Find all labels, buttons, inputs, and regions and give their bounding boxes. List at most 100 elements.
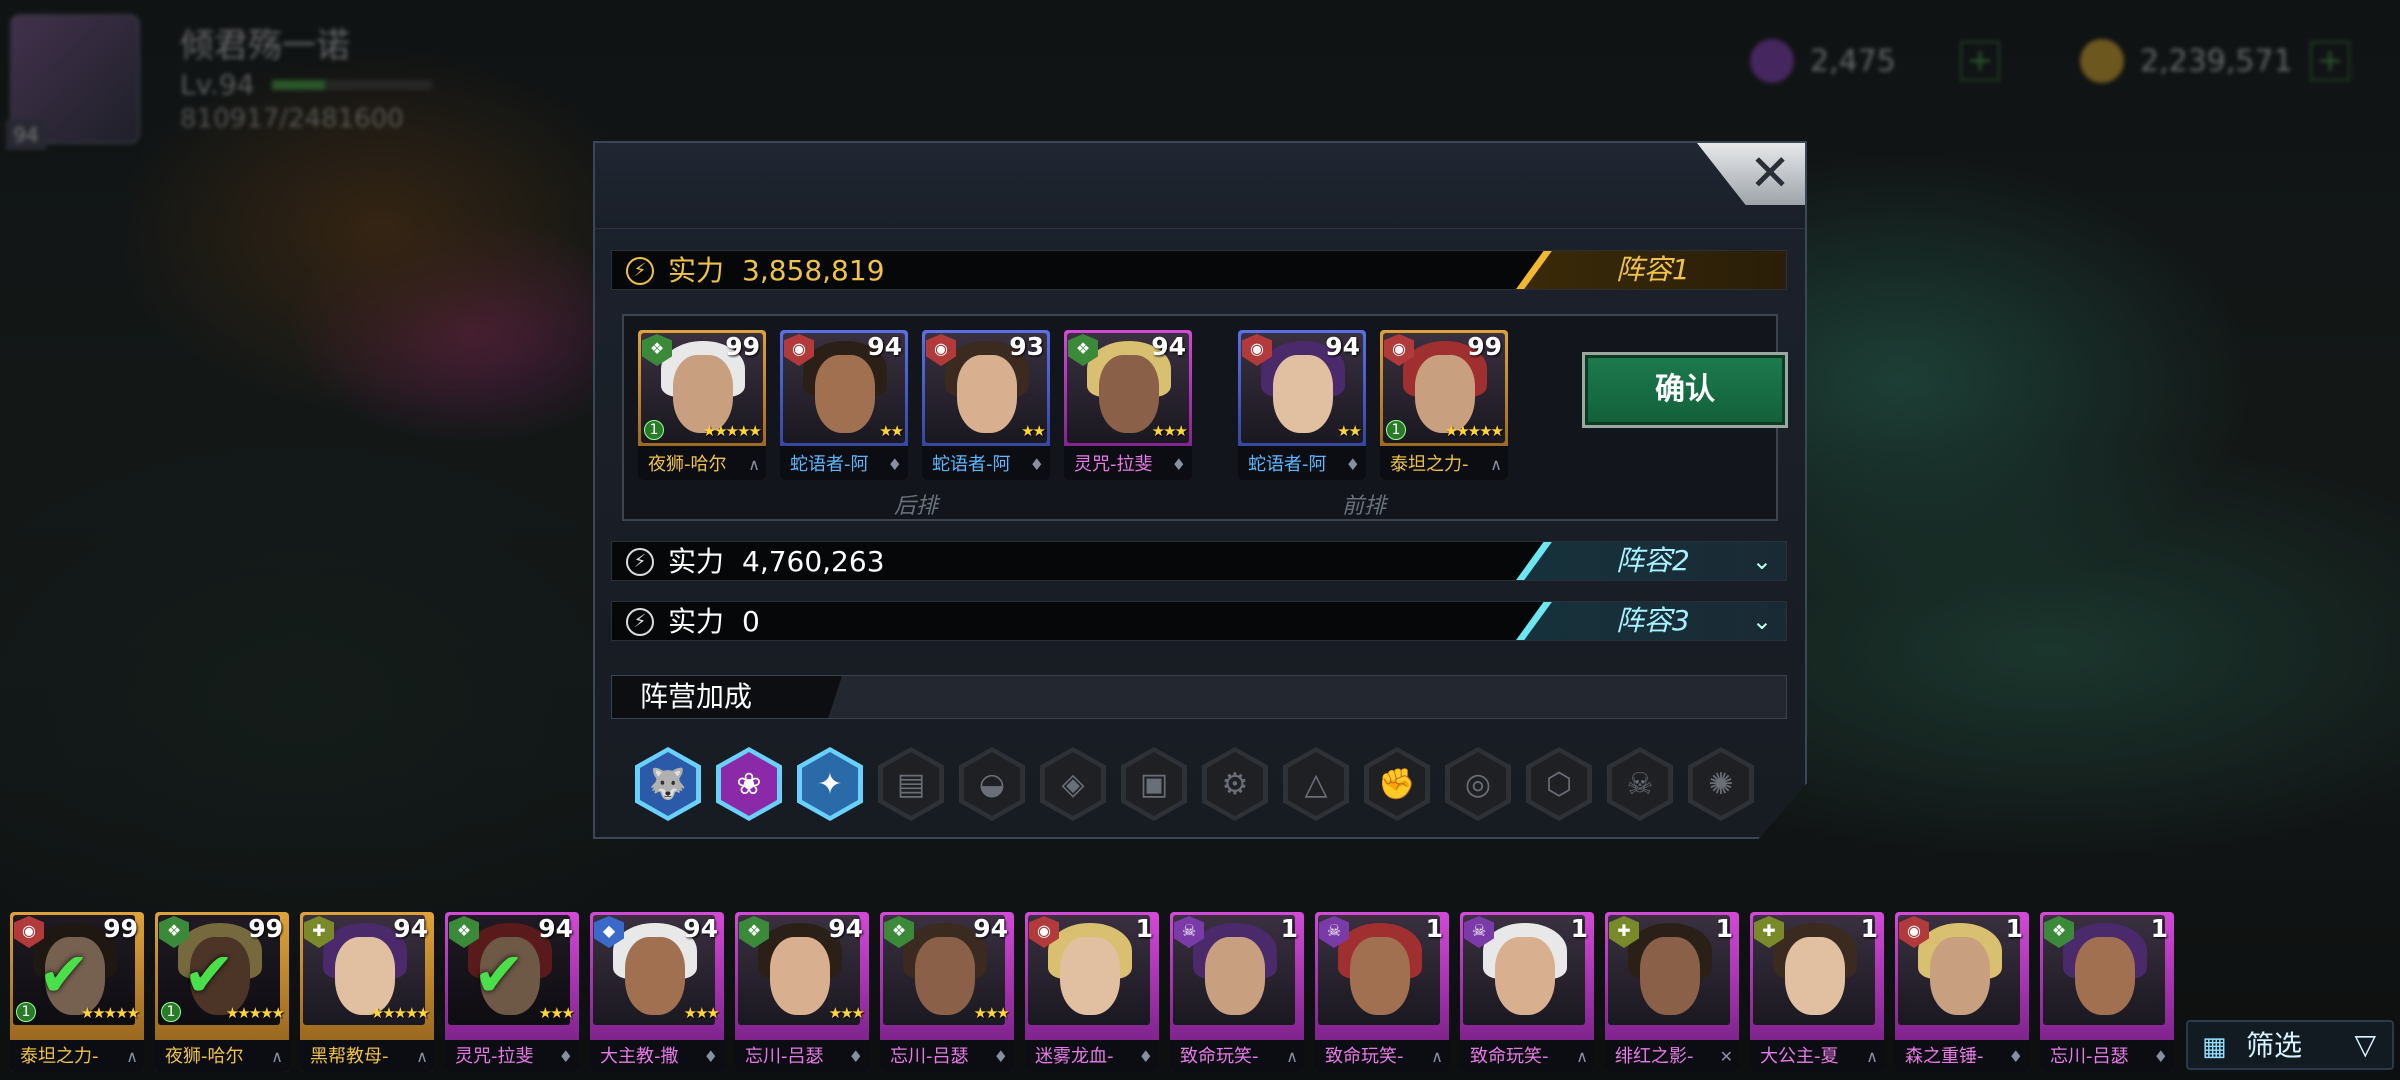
hero-stars: ★★ <box>1021 422 1046 440</box>
hero-stars: ★★★ <box>683 1004 720 1022</box>
hero-card[interactable]: ❖ 94 ★★★ 忘川-吕瑟 ♦ <box>880 912 1014 1072</box>
hero-name: 大主教-撒 <box>600 1046 679 1067</box>
hero-card[interactable]: ◉ 1 迷雾龙血- ♦ <box>1025 912 1159 1072</box>
hero-card[interactable]: ◉ 94 ★★ 蛇语者-阿 ♦ <box>780 330 908 480</box>
hero-level: 1 <box>1135 914 1153 943</box>
hero-card[interactable]: ◉ 1 森之重锤- ♦ <box>1895 912 2029 1072</box>
wolf-faction-icon[interactable]: 🐺 <box>635 747 701 821</box>
hero-face <box>1060 937 1120 1015</box>
hero-class-icon: ♦ <box>2008 1047 2023 1066</box>
power-icon: ⚡ <box>626 548 654 576</box>
hero-class-icon: ∧ <box>1866 1047 1878 1066</box>
hero-card[interactable]: ☠ 1 致命玩笑- ∧ <box>1170 912 1304 1072</box>
hero-name: 迷雾龙血- <box>1035 1046 1114 1067</box>
team-3-tag-label: 阵容3 <box>1616 604 1690 637</box>
faction-bonus-label: 阵营加成 <box>640 680 753 713</box>
player-info: 94 倾君殇一诺 Lv.94 810917/2481600 <box>0 0 432 150</box>
hero-class-icon: ♦ <box>2153 1047 2168 1066</box>
hero-card[interactable]: ❖ 94 ★★★ ✔ 灵咒-拉斐 ♦ <box>445 912 579 1072</box>
hero-card[interactable]: ❖ 99 ★★★★★ 1 夜狮-哈尔 ∧ <box>638 330 766 480</box>
team-3-tag[interactable]: 阵容3 ⌄ <box>1516 602 1786 640</box>
hero-name: 致命玩笑- <box>1180 1046 1259 1067</box>
hero-name-strip: 大公主-夏 ∧ <box>1750 1040 1884 1072</box>
peak-bonus-icon[interactable]: △ <box>1283 747 1349 821</box>
team-2-power-label: 实力 <box>668 545 725 578</box>
selected-check-icon: ✔ <box>183 938 235 1011</box>
spiral-bonus-icon[interactable]: ◎ <box>1445 747 1511 821</box>
hero-card[interactable]: ◉ 93 ★★ 蛇语者-阿 ♦ <box>922 330 1050 480</box>
hero-card[interactable]: ☠ 1 致命玩笑- ∧ <box>1315 912 1449 1072</box>
hero-card[interactable]: ☠ 1 致命玩笑- ∧ <box>1460 912 1594 1072</box>
gold-currency: 2,239,571 + <box>2080 36 2350 86</box>
hero-card[interactable]: ✚ 94 ★★★★★ 黑帮教母- ∧ <box>300 912 434 1072</box>
hero-card[interactable]: ◉ 99 ★★★★★ 1 泰坦之力- ∧ <box>1380 330 1508 480</box>
gold-add-button[interactable]: + <box>2310 41 2350 81</box>
hero-class-icon: ♦ <box>1171 455 1186 474</box>
gem-add-button[interactable]: + <box>1960 41 2000 81</box>
hero-face <box>1205 937 1265 1015</box>
cog-bonus-icon[interactable]: ✺ <box>1688 747 1754 821</box>
hero-card[interactable]: ❖ 99 ★★★★★ 1 ✔ 夜狮-哈尔 ∧ <box>155 912 289 1072</box>
hero-face <box>2075 937 2135 1015</box>
hero-card[interactable]: ✚ 1 大公主-夏 ∧ <box>1750 912 1884 1072</box>
hero-face <box>1930 937 1990 1015</box>
lotus-faction-icon[interactable]: ❀ <box>716 747 782 821</box>
hero-face <box>1273 355 1333 433</box>
player-level: Lv.94 <box>180 68 255 101</box>
hero-face <box>915 937 975 1015</box>
team-2-tag[interactable]: 阵容2 ⌄ <box>1516 542 1786 580</box>
close-icon: ✕ <box>1749 144 1791 202</box>
hero-name: 致命玩笑- <box>1470 1046 1549 1067</box>
dice-bonus-icon[interactable]: ◈ <box>1040 747 1106 821</box>
eagle-faction-icon-inner: ✦ <box>802 752 858 816</box>
gear-bonus-icon[interactable]: ⚙ <box>1202 747 1268 821</box>
hero-card[interactable]: ◉ 99 ★★★★★ 1 ✔ 泰坦之力- ∧ <box>10 912 144 1072</box>
hero-stars: ★★★★★ <box>702 422 762 440</box>
fist-bonus-icon[interactable]: ✊ <box>1364 747 1430 821</box>
hero-card[interactable]: ◉ 94 ★★ 蛇语者-阿 ♦ <box>1238 330 1366 480</box>
hero-name: 森之重锤- <box>1905 1046 1984 1067</box>
chevron-down-icon: ⌄ <box>1751 547 1772 575</box>
dropdown-icon: ▽ <box>2354 1028 2376 1061</box>
hero-level: 99 <box>248 914 283 943</box>
hero-name: 夜狮-哈尔 <box>648 454 727 475</box>
hero-level: 99 <box>103 914 138 943</box>
player-exp-bar <box>272 80 432 90</box>
hero-card[interactable]: ◆ 94 ★★★ 大主教-撒 ♦ <box>590 912 724 1072</box>
hero-name-strip: 灵咒-拉斐 ♦ <box>1064 446 1192 480</box>
skull-bonus-icon[interactable]: ☠ <box>1607 747 1673 821</box>
hero-name-strip: 忘川-吕瑟 ♦ <box>735 1040 869 1072</box>
hero-level: 94 <box>1151 332 1186 361</box>
hero-name-strip: 黑帮教母- ∧ <box>300 1040 434 1072</box>
confirm-button[interactable]: 确认 <box>1582 352 1788 428</box>
team-1-tag[interactable]: 阵容1 <box>1516 251 1786 289</box>
hero-card[interactable]: ❖ 94 ★★★ 忘川-吕瑟 ♦ <box>735 912 869 1072</box>
hero-level: 1 <box>1715 914 1733 943</box>
helmet-bonus-icon[interactable]: ◒ <box>959 747 1025 821</box>
hero-name: 泰坦之力- <box>1390 454 1469 475</box>
hero-class-icon: ♦ <box>887 455 902 474</box>
team-1-bar[interactable]: ⚡ 实力 3,858,819 阵容1 <box>611 250 1787 290</box>
hero-level: 1 <box>1280 914 1298 943</box>
barrel-bonus-icon[interactable]: ▤ <box>878 747 944 821</box>
hero-name: 忘川-吕瑟 <box>2050 1046 2129 1067</box>
hero-class-icon: ∧ <box>416 1047 428 1066</box>
hero-name-strip: 夜狮-哈尔 ∧ <box>155 1040 289 1072</box>
crate-bonus-icon[interactable]: ⬡ <box>1526 747 1592 821</box>
hero-card[interactable]: ✚ 1 绯红之影- ✕ <box>1605 912 1739 1072</box>
hero-level: 94 <box>867 332 902 361</box>
team-3-bar[interactable]: ⚡ 实力 0 阵容3 ⌄ <box>611 601 1787 641</box>
chest-bonus-icon[interactable]: ▣ <box>1121 747 1187 821</box>
hero-card[interactable]: ❖ 1 忘川-吕瑟 ♦ <box>2040 912 2174 1072</box>
hero-face <box>1785 937 1845 1015</box>
team-1-tag-label: 阵容1 <box>1616 253 1690 286</box>
hero-level: 1 <box>1425 914 1443 943</box>
gear-bonus-icon-inner: ⚙ <box>1207 752 1263 816</box>
filter-button[interactable]: ▦ 筛选 ▽ <box>2186 1020 2394 1070</box>
eagle-faction-icon[interactable]: ✦ <box>797 747 863 821</box>
hero-card[interactable]: ❖ 94 ★★★ 灵咒-拉斐 ♦ <box>1064 330 1192 480</box>
hero-stars: ★★★ <box>1151 422 1188 440</box>
hero-awaken-badge: 1 <box>1386 420 1406 440</box>
power-icon: ⚡ <box>626 608 654 636</box>
team-2-bar[interactable]: ⚡ 实力 4,760,263 阵容2 ⌄ <box>611 541 1787 581</box>
